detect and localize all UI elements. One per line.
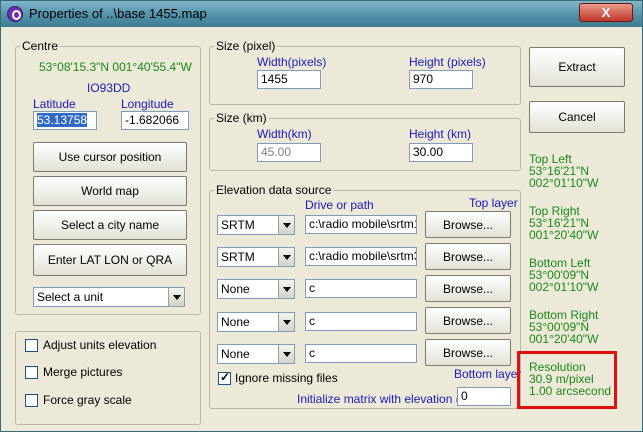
- browse-button-1[interactable]: Browse...: [425, 211, 511, 238]
- unit-select-value: Select a unit: [37, 290, 104, 304]
- source-select-5-value: None: [221, 347, 250, 361]
- adjust-units-checkbox[interactable]: [25, 339, 38, 352]
- top-layer-label: Top layer: [469, 196, 518, 210]
- dialog-body: Centre 53°08'15.3"N 001°40'55.4"W IO93DD…: [5, 29, 638, 429]
- latitude-label: Latitude: [33, 97, 76, 111]
- properties-dialog: Properties of ..\base 1455.map X Centre …: [0, 0, 643, 432]
- centre-coords: 53°08'15.3"N 001°40'55.4"W: [39, 60, 192, 74]
- extract-button[interactable]: Extract: [529, 47, 625, 87]
- init-matrix-input[interactable]: 0: [457, 387, 511, 406]
- top-right-corner: Top Right 53°16'21"N 001°20'40"W: [529, 205, 598, 241]
- source-select-5[interactable]: None: [217, 344, 295, 364]
- centre-legend: Centre: [22, 39, 59, 53]
- bottom-left-lon: 002°01'10"W: [529, 280, 599, 294]
- height-pixels-input[interactable]: 970: [409, 70, 473, 89]
- select-city-button[interactable]: Select a city name: [33, 210, 187, 240]
- elevation-legend: Elevation data source: [216, 183, 332, 197]
- app-icon: [7, 6, 23, 22]
- chevron-down-icon[interactable]: [278, 216, 294, 234]
- title-bar[interactable]: Properties of ..\base 1455.map X: [1, 1, 642, 27]
- source-select-3-value: None: [221, 282, 250, 296]
- resolution-info: Resolution 30.9 m/pixel 1.00 arcsecond: [529, 361, 611, 397]
- top-right-lon: 001°20'40"W: [529, 228, 599, 242]
- centre-locator: IO93DD: [87, 81, 131, 95]
- source-select-4-value: None: [221, 315, 250, 329]
- resolution-arcsecond: 1.00 arcsecond: [529, 384, 612, 398]
- browse-button-2[interactable]: Browse...: [425, 243, 511, 270]
- latitude-input[interactable]: 53.13758: [33, 111, 97, 130]
- ignore-missing-checkbox[interactable]: [218, 370, 231, 385]
- chevron-down-icon[interactable]: [168, 288, 184, 306]
- window-title: Properties of ..\base 1455.map: [29, 6, 207, 21]
- merge-pictures-checkbox[interactable]: [25, 366, 38, 379]
- source-select-4[interactable]: None: [217, 312, 295, 332]
- browse-button-3[interactable]: Browse...: [425, 275, 511, 302]
- source-select-2[interactable]: SRTM: [217, 247, 295, 267]
- browse-button-5[interactable]: Browse...: [425, 339, 511, 366]
- adjust-units-label: Adjust units elevation: [43, 338, 157, 352]
- chevron-down-icon[interactable]: [278, 280, 294, 298]
- source-select-1-value: SRTM: [221, 218, 255, 232]
- merge-pictures-label: Merge pictures: [43, 365, 123, 379]
- longitude-input[interactable]: -1.682066: [121, 111, 189, 130]
- top-left-corner: Top Left 53°16'21"N 002°01'10"W: [529, 153, 598, 189]
- path-input-3[interactable]: c: [305, 279, 417, 298]
- size-km-group: Size (km): [209, 111, 521, 171]
- height-km-label: Height (km): [409, 127, 472, 141]
- longitude-label: Longitude: [121, 97, 174, 111]
- unit-select[interactable]: Select a unit: [33, 287, 185, 307]
- cancel-button[interactable]: Cancel: [529, 101, 625, 133]
- path-input-5[interactable]: c: [305, 344, 417, 363]
- size-pixel-group: Size (pixel): [209, 39, 521, 105]
- drive-path-label: Drive or path: [305, 198, 374, 212]
- close-button[interactable]: X: [579, 3, 633, 22]
- bottom-left-corner: Bottom Left 53°00'09"N 002°01'10"W: [529, 257, 598, 293]
- force-gray-checkbox[interactable]: [25, 394, 38, 407]
- width-pixels-label: Width(pixels): [257, 55, 327, 69]
- width-km-label: Width(km): [257, 127, 312, 141]
- width-km-input[interactable]: 45.00: [257, 143, 321, 162]
- ignore-missing-label: Ignore missing files: [235, 371, 338, 385]
- top-left-lon: 002°01'10"W: [529, 176, 599, 190]
- use-cursor-position-button[interactable]: Use cursor position: [33, 142, 187, 172]
- source-select-2-value: SRTM: [221, 250, 255, 264]
- bottom-right-lon: 001°20'40"W: [529, 332, 599, 346]
- path-input-2[interactable]: c:\radio mobile\srtm3: [305, 247, 417, 266]
- size-km-legend: Size (km): [216, 111, 267, 125]
- latitude-value: 53.13758: [37, 113, 88, 127]
- width-pixels-input[interactable]: 1455: [257, 70, 321, 89]
- enter-lat-lon-qra-button[interactable]: Enter LAT LON or QRA: [33, 244, 187, 276]
- height-km-input[interactable]: 30.00: [409, 143, 473, 162]
- bottom-layer-label: Bottom layer: [454, 367, 522, 381]
- browse-button-4[interactable]: Browse...: [425, 307, 511, 334]
- chevron-down-icon[interactable]: [278, 345, 294, 363]
- init-matrix-label: Initialize matrix with elevation (m): [297, 392, 474, 406]
- size-pixel-legend: Size (pixel): [216, 39, 276, 53]
- chevron-down-icon[interactable]: [278, 248, 294, 266]
- path-input-4[interactable]: c: [305, 312, 417, 331]
- source-select-3[interactable]: None: [217, 279, 295, 299]
- chevron-down-icon[interactable]: [278, 313, 294, 331]
- world-map-button[interactable]: World map: [33, 176, 187, 206]
- height-pixels-label: Height (pixels): [409, 55, 486, 69]
- path-input-1[interactable]: c:\radio mobile\srtm1: [305, 215, 417, 234]
- force-gray-label: Force gray scale: [43, 393, 132, 407]
- source-select-1[interactable]: SRTM: [217, 215, 295, 235]
- bottom-right-corner: Bottom Right 53°00'09"N 001°20'40"W: [529, 309, 598, 345]
